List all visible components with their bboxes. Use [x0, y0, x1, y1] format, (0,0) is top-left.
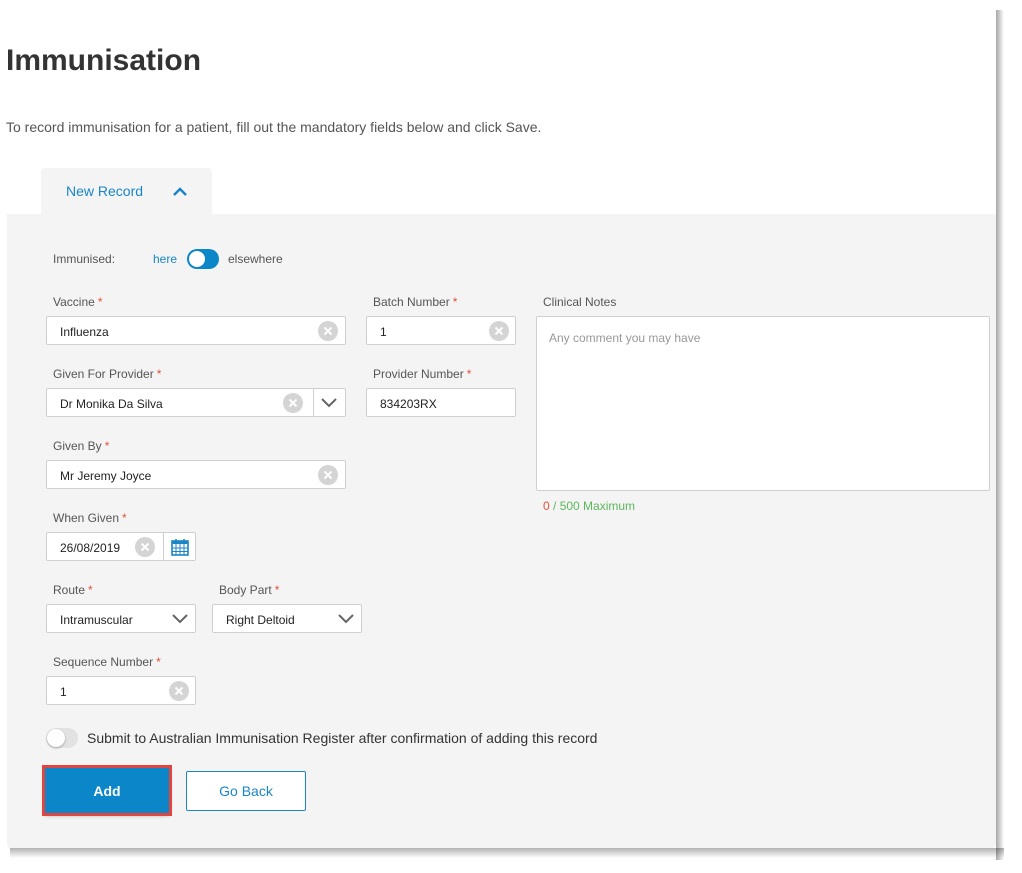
tab-new-record[interactable]: New Record — [41, 168, 212, 215]
clear-icon[interactable] — [318, 465, 338, 485]
immunised-location-toggle[interactable] — [187, 249, 219, 269]
body-part-label: Body Part * — [219, 583, 280, 597]
vaccine-label: Vaccine * — [53, 295, 103, 309]
clinical-notes-textarea[interactable]: Any comment you may have — [536, 316, 990, 491]
sequence-number-value: 1 — [60, 685, 67, 699]
page-shadow — [996, 10, 1004, 860]
body-part-value: Right Deltoid — [226, 613, 295, 627]
vaccine-input[interactable]: Influenza — [46, 316, 346, 345]
chevron-up-icon — [173, 187, 187, 196]
sequence-number-input[interactable]: 1 — [46, 676, 196, 705]
batch-number-value: 1 — [380, 325, 387, 339]
clear-icon[interactable] — [169, 681, 189, 701]
batch-number-label: Batch Number * — [373, 295, 458, 309]
new-record-panel: Immunised: here elsewhere Vaccine * Influ… — [7, 214, 996, 848]
provider-number-label: Provider Number * — [373, 367, 472, 381]
given-by-label: Given By * — [53, 439, 110, 453]
air-submit-label: Submit to Australian Immunisation Regist… — [87, 730, 598, 746]
given-by-input[interactable]: Mr Jeremy Joyce — [46, 460, 346, 489]
calendar-icon[interactable] — [171, 538, 189, 556]
given-for-provider-select[interactable]: Dr Monika Da Silva — [46, 388, 346, 417]
immunised-here-label[interactable]: here — [153, 252, 177, 266]
chevron-down-icon[interactable] — [338, 614, 354, 624]
air-submit-toggle[interactable] — [46, 728, 78, 748]
clinical-notes-placeholder: Any comment you may have — [549, 331, 701, 345]
route-value: Intramuscular — [60, 613, 133, 627]
given-by-value: Mr Jeremy Joyce — [60, 469, 152, 483]
sequence-number-label: Sequence Number * — [53, 655, 161, 669]
clear-icon[interactable] — [283, 393, 303, 413]
clinical-notes-label: Clinical Notes — [543, 295, 617, 309]
divider — [163, 533, 164, 560]
when-given-value: 26/08/2019 — [60, 541, 121, 555]
clinical-notes-counter: 0 / 500 Maximum — [543, 499, 636, 513]
when-given-label: When Given * — [53, 511, 127, 525]
body-part-select[interactable]: Right Deltoid — [212, 604, 362, 633]
given-for-provider-label: Given For Provider * — [53, 367, 162, 381]
when-given-date-input[interactable]: 26/08/2019 — [46, 532, 196, 561]
vaccine-value: Influenza — [60, 325, 109, 339]
clear-icon[interactable] — [135, 537, 155, 557]
provider-number-input[interactable]: 834203RX — [366, 388, 516, 417]
page-title: Immunisation — [6, 44, 202, 77]
given-for-provider-value: Dr Monika Da Silva — [60, 397, 163, 411]
page-subtitle: To record immunisation for a patient, fi… — [6, 119, 542, 135]
immunised-elsewhere-label[interactable]: elsewhere — [228, 252, 283, 266]
chevron-down-icon[interactable] — [172, 614, 188, 624]
route-select[interactable]: Intramuscular — [46, 604, 196, 633]
chevron-down-icon[interactable] — [321, 398, 337, 408]
immunised-label: Immunised: — [53, 252, 116, 266]
provider-number-value: 834203RX — [380, 397, 437, 411]
clear-icon[interactable] — [318, 321, 338, 341]
divider — [313, 389, 314, 416]
route-label: Route * — [53, 583, 93, 597]
clear-icon[interactable] — [489, 321, 509, 341]
page-shadow — [10, 848, 1004, 858]
batch-number-input[interactable]: 1 — [366, 316, 516, 345]
add-button[interactable]: Add — [42, 765, 172, 816]
tab-label: New Record — [66, 183, 144, 199]
go-back-button[interactable]: Go Back — [186, 771, 306, 811]
